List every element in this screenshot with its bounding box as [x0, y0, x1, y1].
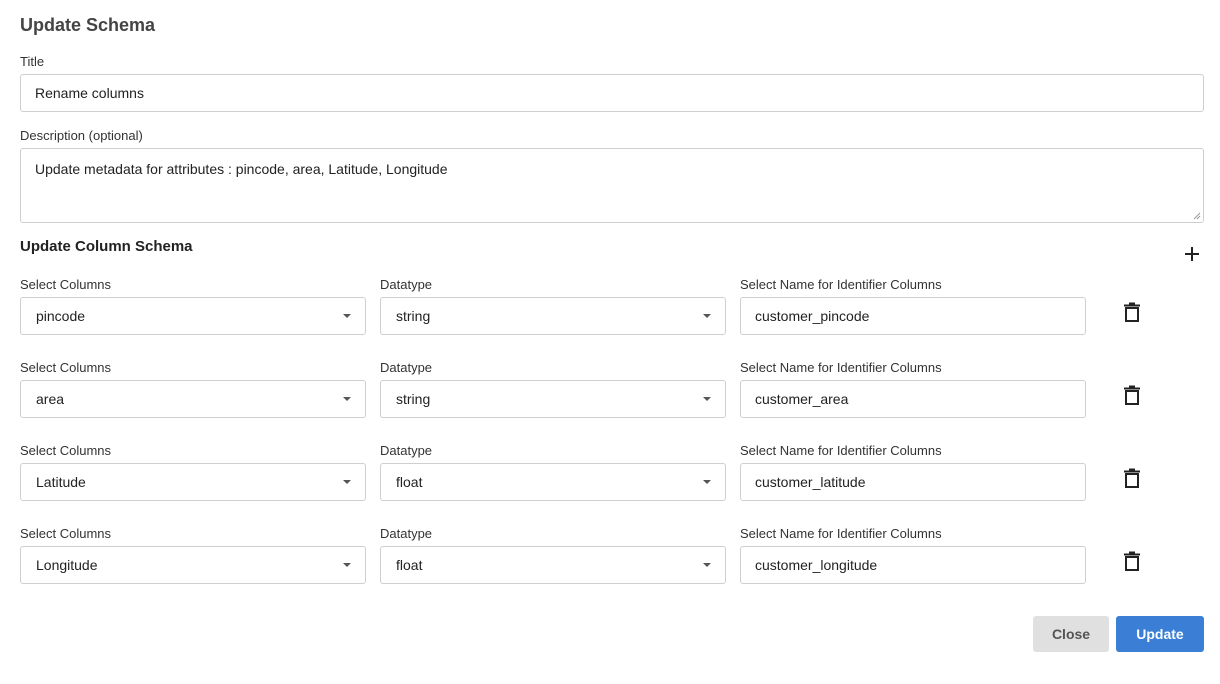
caret-down-icon [343, 314, 351, 318]
identifier-label: Select Name for Identifier Columns [740, 526, 942, 541]
caret-down-icon [703, 480, 711, 484]
select-columns-label: Select Columns [20, 360, 112, 375]
datatype-dropdown[interactable]: float [380, 546, 726, 584]
identifier-label: Select Name for Identifier Columns [740, 277, 942, 292]
select-columns-value: area [36, 391, 65, 407]
datatype-dropdown[interactable]: float [380, 463, 726, 501]
select-columns-dropdown[interactable]: pincode [20, 297, 366, 335]
identifier-input[interactable]: customer_latitude [740, 463, 1086, 501]
select-columns-label: Select Columns [20, 526, 112, 541]
trash-icon[interactable] [1124, 302, 1140, 322]
identifier-input[interactable]: customer_pincode [740, 297, 1086, 335]
identifier-input-value: customer_area [755, 391, 849, 407]
datatype-dropdown[interactable]: string [380, 380, 726, 418]
identifier-input-value: customer_pincode [755, 308, 870, 324]
title-input[interactable]: Rename columns [20, 74, 1204, 112]
plus-icon[interactable] [1182, 244, 1202, 264]
caret-down-icon [343, 480, 351, 484]
close-button[interactable]: Close [1033, 616, 1109, 652]
select-columns-value: Longitude [36, 557, 98, 573]
datatype-value: string [396, 308, 431, 324]
update-button[interactable]: Update [1116, 616, 1204, 652]
description-textarea-value: Update metadata for attributes : pincode… [35, 161, 448, 177]
caret-down-icon [703, 563, 711, 567]
identifier-input-value: customer_longitude [755, 557, 878, 573]
select-columns-dropdown[interactable]: Longitude [20, 546, 366, 584]
datatype-label: Datatype [380, 360, 433, 375]
identifier-input[interactable]: customer_area [740, 380, 1086, 418]
select-columns-dropdown[interactable]: Latitude [20, 463, 366, 501]
select-columns-label: Select Columns [20, 277, 112, 292]
caret-down-icon [343, 397, 351, 401]
trash-icon[interactable] [1124, 551, 1140, 571]
select-columns-label: Select Columns [20, 443, 112, 458]
select-columns-value: Latitude [36, 474, 86, 490]
datatype-dropdown[interactable]: string [380, 297, 726, 335]
caret-down-icon [343, 563, 351, 567]
identifier-input-value: customer_latitude [755, 474, 866, 490]
title-input-value: Rename columns [35, 85, 144, 101]
trash-icon[interactable] [1124, 468, 1140, 488]
datatype-label: Datatype [380, 526, 433, 541]
identifier-label: Select Name for Identifier Columns [740, 443, 942, 458]
select-columns-dropdown[interactable]: area [20, 380, 366, 418]
identifier-input[interactable]: customer_longitude [740, 546, 1086, 584]
datatype-value: float [396, 474, 423, 490]
datatype-value: string [396, 391, 431, 407]
datatype-label: Datatype [380, 277, 433, 292]
datatype-label: Datatype [380, 443, 433, 458]
identifier-label: Select Name for Identifier Columns [740, 360, 942, 375]
datatype-value: float [396, 557, 423, 573]
description-label: Description (optional) [20, 128, 143, 143]
column-schema-section-title: Update Column Schema [20, 238, 193, 255]
trash-icon[interactable] [1124, 385, 1140, 405]
dialog-title: Update Schema [20, 15, 156, 35]
select-columns-value: pincode [36, 308, 86, 324]
caret-down-icon [703, 397, 711, 401]
resize-handle-icon[interactable] [1193, 212, 1201, 220]
caret-down-icon [703, 314, 711, 318]
description-textarea[interactable]: Update metadata for attributes : pincode… [20, 148, 1204, 223]
title-label: Title [20, 54, 45, 69]
update-schema-dialog: Update Schema Title Rename columns Descr… [0, 0, 1220, 684]
